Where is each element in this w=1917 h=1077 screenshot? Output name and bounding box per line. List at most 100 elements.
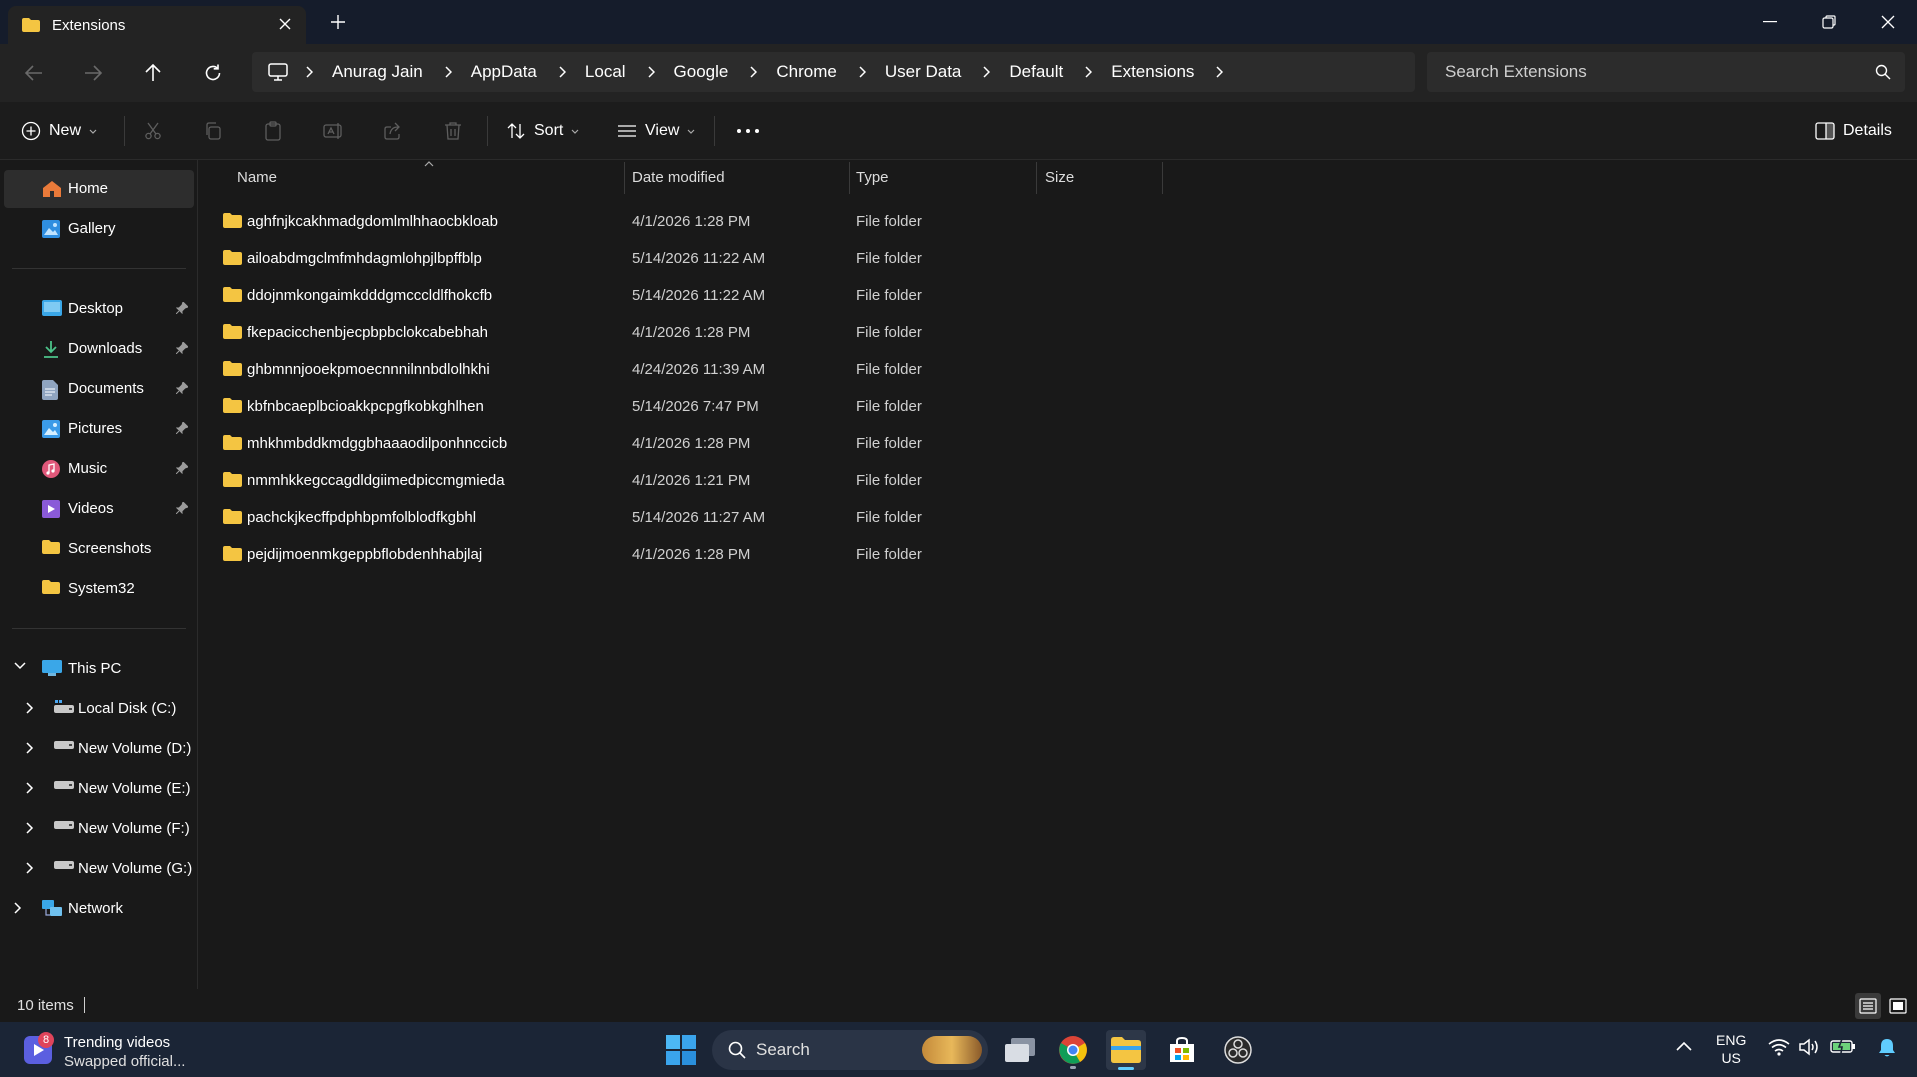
- wifi-icon[interactable]: [1768, 1038, 1790, 1056]
- column-header-date-modified[interactable]: Date modified: [632, 160, 725, 194]
- chevron-right-icon[interactable]: [296, 66, 322, 78]
- column-divider[interactable]: [1162, 162, 1163, 194]
- pin-icon[interactable]: [176, 462, 188, 474]
- pin-icon[interactable]: [176, 302, 188, 314]
- sidebar-item-videos[interactable]: Videos: [4, 490, 194, 528]
- chevron-right-icon[interactable]: [638, 66, 664, 78]
- new-button[interactable]: New: [21, 118, 97, 144]
- more-options-button[interactable]: [736, 118, 760, 144]
- chevron-right-icon[interactable]: [1075, 66, 1101, 78]
- sidebar-item-volume-f[interactable]: New Volume (F:): [4, 810, 194, 848]
- column-divider[interactable]: [849, 162, 850, 194]
- sidebar-item-this-pc[interactable]: This PC: [4, 650, 194, 688]
- pin-icon[interactable]: [176, 382, 188, 394]
- file-explorer-taskbar-button[interactable]: [1106, 1030, 1146, 1070]
- language-indicator[interactable]: ENG US: [1716, 1031, 1746, 1067]
- table-row[interactable]: pachckjkecffpdphbpmfolblodfkgbhl 5/14/20…: [219, 498, 1209, 535]
- sidebar-item-pictures[interactable]: Pictures: [4, 410, 194, 448]
- table-row[interactable]: nmmhkkegccagdldgiimedpiccmgmieda 4/1/202…: [219, 461, 1209, 498]
- breadcrumb-user-data[interactable]: User Data: [875, 62, 974, 82]
- chevron-right-icon[interactable]: [26, 782, 34, 794]
- sidebar-item-system32[interactable]: System32: [4, 570, 194, 608]
- sidebar-item-volume-g[interactable]: New Volume (G:): [4, 850, 194, 888]
- sidebar-item-gallery[interactable]: Gallery: [4, 210, 194, 248]
- sidebar-item-downloads[interactable]: Downloads: [4, 330, 194, 368]
- pin-icon[interactable]: [176, 422, 188, 434]
- chevron-right-icon[interactable]: [973, 66, 999, 78]
- breadcrumb-chrome[interactable]: Chrome: [766, 62, 848, 82]
- sidebar-item-local-disk-c[interactable]: Local Disk (C:): [4, 690, 194, 728]
- tab-extensions[interactable]: Extensions: [8, 6, 306, 44]
- chrome-taskbar-button[interactable]: [1053, 1030, 1093, 1070]
- chevron-right-icon[interactable]: [26, 822, 34, 834]
- chevron-right-icon[interactable]: [435, 66, 461, 78]
- pin-icon[interactable]: [176, 502, 188, 514]
- breadcrumb-local[interactable]: Local: [575, 62, 638, 82]
- column-divider[interactable]: [624, 162, 625, 194]
- share-button[interactable]: [383, 118, 403, 144]
- sidebar-item-volume-e[interactable]: New Volume (E:): [4, 770, 194, 808]
- table-row[interactable]: pejdijmoenmkgeppbflobdenhhabjlaj 4/1/202…: [219, 535, 1209, 572]
- details-pane-button[interactable]: Details: [1815, 118, 1892, 144]
- sidebar-item-home[interactable]: Home: [4, 170, 194, 208]
- table-row[interactable]: ddojnmkongaimkdddgmcccldlfhokcfb 5/14/20…: [219, 276, 1209, 313]
- chevron-right-icon[interactable]: [849, 66, 875, 78]
- table-row[interactable]: ghbmnnjooekpmoecnnnilnnbdlolhkhi 4/24/20…: [219, 350, 1209, 387]
- chevron-right-icon[interactable]: [740, 66, 766, 78]
- microsoft-store-taskbar-button[interactable]: [1162, 1030, 1202, 1070]
- tiles-view-toggle[interactable]: [1885, 993, 1911, 1019]
- table-row[interactable]: kbfnbcaeplbcioakkpcpgfkobkghlhen 5/14/20…: [219, 387, 1209, 424]
- breadcrumb-google[interactable]: Google: [664, 62, 741, 82]
- sort-button[interactable]: Sort: [506, 118, 579, 144]
- breadcrumb-appdata[interactable]: AppData: [461, 62, 549, 82]
- plus-icon[interactable]: [328, 12, 348, 32]
- close-icon[interactable]: [278, 17, 292, 31]
- column-header-name[interactable]: Name: [237, 160, 277, 194]
- chevron-right-icon[interactable]: [26, 742, 34, 754]
- copy-button[interactable]: [203, 118, 223, 144]
- minimize-icon[interactable]: [1758, 10, 1782, 34]
- breadcrumb-extensions[interactable]: Extensions: [1101, 62, 1206, 82]
- battery-icon[interactable]: [1830, 1038, 1856, 1054]
- address-bar[interactable]: Anurag Jain AppData Local Google Chrome …: [252, 52, 1415, 92]
- chevron-right-icon[interactable]: [1206, 66, 1232, 78]
- monitor-icon[interactable]: [268, 63, 288, 81]
- chevron-up-icon[interactable]: [1676, 1041, 1692, 1051]
- chevron-right-icon[interactable]: [14, 902, 22, 914]
- search-icon[interactable]: [1875, 64, 1891, 80]
- chevron-right-icon[interactable]: [26, 702, 34, 714]
- view-button[interactable]: View: [617, 118, 695, 144]
- table-row[interactable]: aghfnjkcakhmadgdomlmlhhaocbkloab 4/1/202…: [219, 202, 1209, 239]
- table-row[interactable]: fkepacicchenbjecpbpbclokcabebhah 4/1/202…: [219, 313, 1209, 350]
- breadcrumb-default[interactable]: Default: [999, 62, 1075, 82]
- sidebar-item-desktop[interactable]: Desktop: [4, 290, 194, 328]
- taskbar-search[interactable]: Search: [712, 1030, 988, 1070]
- sidebar-item-volume-d[interactable]: New Volume (D:): [4, 730, 194, 768]
- up-arrow-icon[interactable]: [140, 60, 166, 86]
- sidebar-item-network[interactable]: Network: [4, 890, 194, 928]
- pin-icon[interactable]: [176, 342, 188, 354]
- windows-start-icon[interactable]: [666, 1035, 696, 1065]
- paste-button[interactable]: [263, 118, 283, 144]
- sidebar-item-music[interactable]: Music: [4, 450, 194, 488]
- table-row[interactable]: ailoabdmgclmfmhdagmlohpjlbpffblp 5/14/20…: [219, 239, 1209, 276]
- notification-bell-icon[interactable]: [1878, 1038, 1896, 1058]
- chevron-down-icon[interactable]: [14, 662, 26, 670]
- cut-button[interactable]: [143, 118, 163, 144]
- table-row[interactable]: mhkhmbddkmdggbhaaaodilponhnccicb 4/1/202…: [219, 424, 1209, 461]
- widgets-button[interactable]: 8 Trending videos Swapped official...: [24, 1030, 224, 1070]
- column-header-type[interactable]: Type: [856, 160, 889, 194]
- forward-arrow-icon[interactable]: [80, 60, 106, 86]
- close-window-icon[interactable]: [1876, 10, 1900, 34]
- volume-icon[interactable]: [1799, 1038, 1821, 1056]
- chevron-right-icon[interactable]: [26, 862, 34, 874]
- back-arrow-icon[interactable]: [21, 60, 47, 86]
- restore-icon[interactable]: [1817, 10, 1841, 34]
- search-input[interactable]: Search Extensions: [1427, 52, 1905, 92]
- breadcrumb-anurag-jain[interactable]: Anurag Jain: [322, 62, 435, 82]
- delete-button[interactable]: [443, 118, 463, 144]
- column-divider[interactable]: [1036, 162, 1037, 194]
- sidebar-item-screenshots[interactable]: Screenshots: [4, 530, 194, 568]
- obs-taskbar-button[interactable]: [1218, 1030, 1258, 1070]
- chevron-right-icon[interactable]: [549, 66, 575, 78]
